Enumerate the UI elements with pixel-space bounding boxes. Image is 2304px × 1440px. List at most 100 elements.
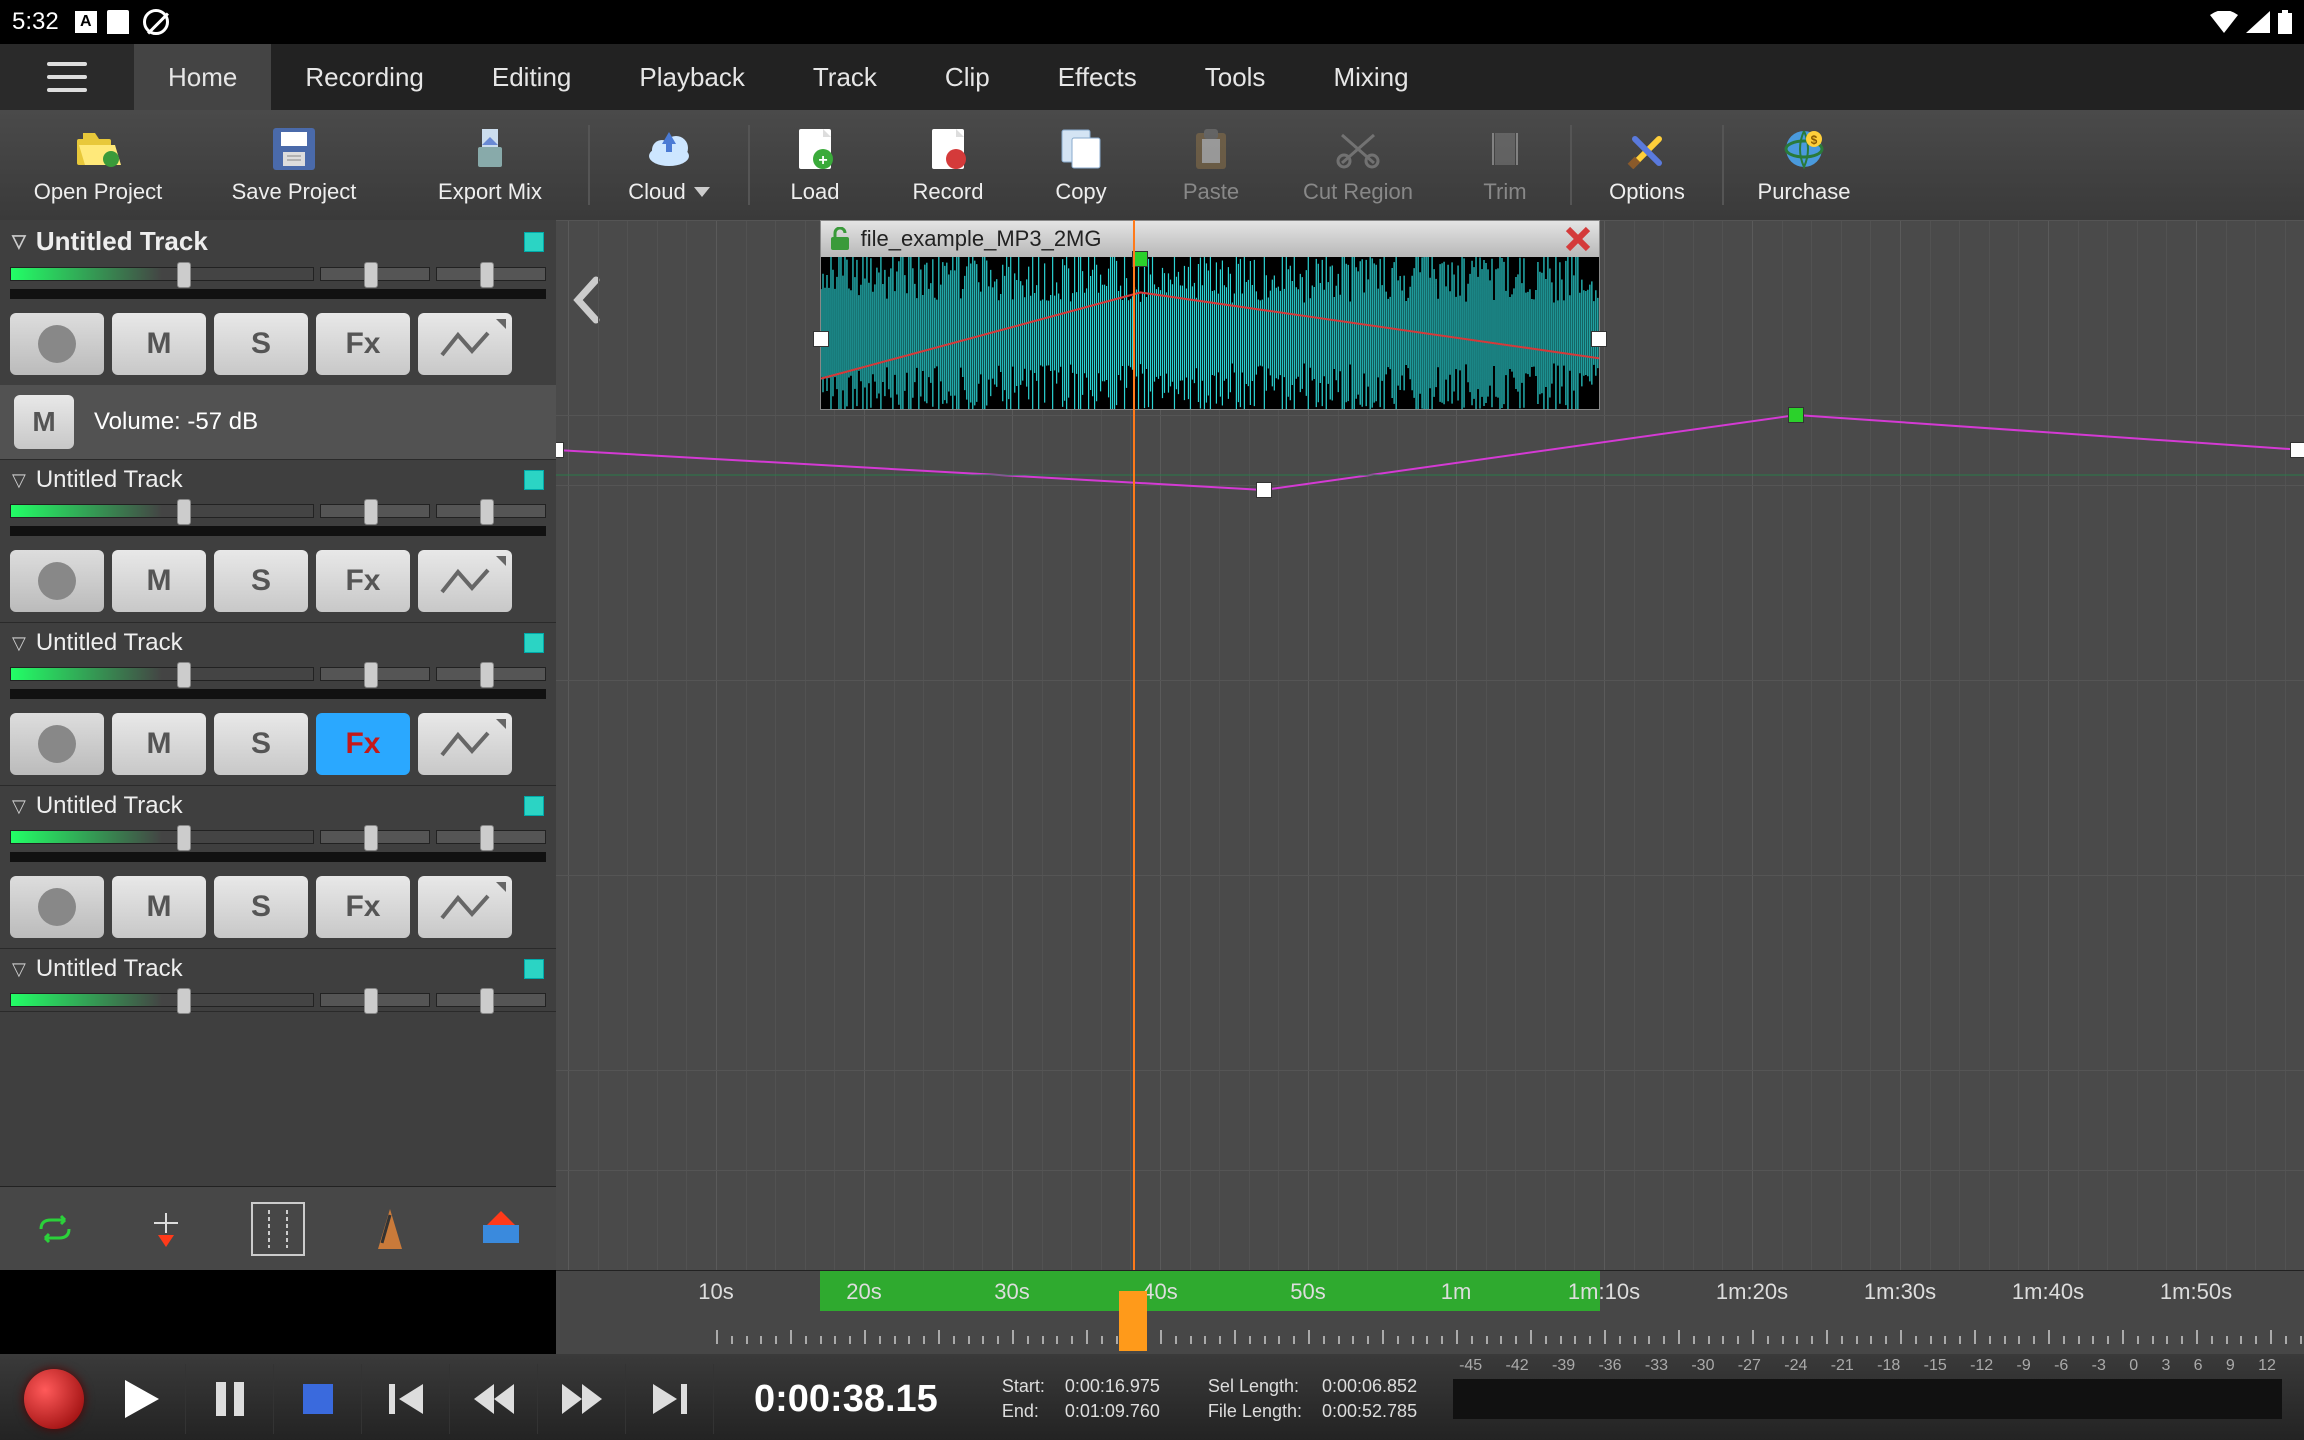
- tab-mixing[interactable]: Mixing: [1299, 44, 1442, 110]
- track-mute-button[interactable]: M: [112, 550, 206, 612]
- fold-tool-icon[interactable]: [476, 1204, 526, 1254]
- track-color-swatch[interactable]: [524, 633, 544, 653]
- save-project-button[interactable]: Save Project: [196, 125, 392, 205]
- options-button[interactable]: Options: [1572, 125, 1722, 205]
- track-header[interactable]: ▽Untitled Track: [0, 460, 556, 500]
- gain-slider[interactable]: [10, 267, 314, 281]
- clip-close-icon[interactable]: [1565, 226, 1591, 252]
- gain-slider[interactable]: [10, 504, 314, 518]
- track-mute-button[interactable]: M: [112, 713, 206, 775]
- aux-slider[interactable]: [436, 504, 546, 518]
- volume-mute-button[interactable]: M: [14, 395, 74, 449]
- snap-tool-icon[interactable]: [251, 1202, 305, 1256]
- track-header[interactable]: ▽Untitled Track: [0, 949, 556, 989]
- pan-slider[interactable]: [320, 504, 430, 518]
- aux-slider[interactable]: [436, 667, 546, 681]
- track-automation-button[interactable]: [418, 713, 512, 775]
- loop-tool-icon[interactable]: [30, 1204, 80, 1254]
- expand-icon[interactable]: ▽: [12, 633, 26, 654]
- tab-effects[interactable]: Effects: [1024, 44, 1171, 110]
- track-solo-button[interactable]: S: [214, 313, 308, 375]
- gain-slider[interactable]: [10, 830, 314, 844]
- rewind-button[interactable]: [450, 1364, 538, 1434]
- gain-slider[interactable]: [10, 993, 314, 1007]
- automation-node[interactable]: [556, 442, 564, 458]
- expand-icon[interactable]: ▽: [12, 796, 26, 817]
- timeline-ruler[interactable]: 10s20s30s40s50s1m1m:10s1m:20s1m:30s1m:40…: [556, 1270, 2304, 1354]
- load-button[interactable]: +Load: [750, 125, 880, 205]
- track-fx-button[interactable]: Fx: [316, 550, 410, 612]
- tab-home[interactable]: Home: [134, 44, 271, 110]
- track-fx-button[interactable]: Fx: [316, 713, 410, 775]
- track-arm-button[interactable]: [10, 876, 104, 938]
- automation-node[interactable]: [1256, 482, 1272, 498]
- skip-end-button[interactable]: [626, 1364, 714, 1434]
- marker-tool-icon[interactable]: [141, 1204, 191, 1254]
- open-project-button[interactable]: Open Project: [0, 125, 196, 205]
- aux-slider[interactable]: [436, 830, 546, 844]
- track-header[interactable]: ▽Untitled Track: [0, 623, 556, 663]
- stop-button[interactable]: [274, 1364, 362, 1434]
- track-color-swatch[interactable]: [524, 959, 544, 979]
- ruler-playhead[interactable]: [1119, 1291, 1147, 1351]
- purchase-button[interactable]: $Purchase: [1724, 125, 1884, 205]
- cloud-button[interactable]: Cloud: [590, 125, 748, 205]
- aux-slider[interactable]: [436, 267, 546, 281]
- track-automation-button[interactable]: [418, 876, 512, 938]
- expand-icon[interactable]: ▽: [12, 959, 26, 980]
- tab-playback[interactable]: Playback: [605, 44, 779, 110]
- track-color-swatch[interactable]: [524, 232, 544, 252]
- pan-slider[interactable]: [320, 830, 430, 844]
- track-arm-button[interactable]: [10, 313, 104, 375]
- expand-icon[interactable]: ▽: [12, 231, 26, 252]
- record-button[interactable]: [24, 1369, 84, 1429]
- pan-slider[interactable]: [320, 667, 430, 681]
- ruler-selection[interactable]: [820, 1271, 1601, 1311]
- automation-node[interactable]: [1788, 407, 1804, 423]
- track-color-swatch[interactable]: [524, 796, 544, 816]
- gain-slider[interactable]: [10, 667, 314, 681]
- options-label: Options: [1609, 179, 1685, 205]
- track-arm-button[interactable]: [10, 713, 104, 775]
- audio-clip[interactable]: file_example_MP3_2MG: [820, 220, 1601, 410]
- forward-button[interactable]: [538, 1364, 626, 1434]
- skip-start-button[interactable]: [362, 1364, 450, 1434]
- aux-slider[interactable]: [436, 993, 546, 1007]
- tab-track[interactable]: Track: [779, 44, 911, 110]
- track-automation-button[interactable]: [418, 550, 512, 612]
- pan-slider[interactable]: [320, 267, 430, 281]
- clip-lock-icon[interactable]: [829, 227, 851, 251]
- track-solo-button[interactable]: S: [214, 876, 308, 938]
- record-button[interactable]: Record: [880, 125, 1016, 205]
- track-automation-button[interactable]: [418, 313, 512, 375]
- automation-node[interactable]: [2290, 442, 2304, 458]
- copy-button[interactable]: Copy: [1016, 125, 1146, 205]
- export-mix-button[interactable]: Export Mix: [392, 125, 588, 205]
- track-mute-button[interactable]: M: [112, 876, 206, 938]
- track-fx-button[interactable]: Fx: [316, 313, 410, 375]
- track-color-swatch[interactable]: [524, 470, 544, 490]
- tab-recording[interactable]: Recording: [271, 44, 458, 110]
- pan-slider[interactable]: [320, 993, 430, 1007]
- track-mute-button[interactable]: M: [112, 313, 206, 375]
- track-header[interactable]: ▽Untitled Track: [0, 220, 556, 263]
- pause-button[interactable]: [186, 1364, 274, 1434]
- track-arm-button[interactable]: [10, 550, 104, 612]
- playhead[interactable]: [1133, 220, 1135, 1270]
- collapse-panel-icon[interactable]: [566, 272, 606, 328]
- tab-clip[interactable]: Clip: [911, 44, 1024, 110]
- tab-tools[interactable]: Tools: [1171, 44, 1300, 110]
- hamburger-menu[interactable]: [0, 44, 134, 110]
- tab-editing[interactable]: Editing: [458, 44, 606, 110]
- track-fx-button[interactable]: Fx: [316, 876, 410, 938]
- track-header[interactable]: ▽Untitled Track: [0, 786, 556, 826]
- track-solo-button[interactable]: S: [214, 550, 308, 612]
- clip-header[interactable]: file_example_MP3_2MG: [821, 221, 1600, 257]
- clip-handle[interactable]: [1591, 331, 1607, 347]
- metronome-tool-icon[interactable]: [365, 1204, 415, 1254]
- expand-icon[interactable]: ▽: [12, 470, 26, 491]
- clip-handle[interactable]: [813, 331, 829, 347]
- timeline-area[interactable]: file_example_MP3_2MG: [556, 220, 2304, 1270]
- track-solo-button[interactable]: S: [214, 713, 308, 775]
- play-button[interactable]: [98, 1364, 186, 1434]
